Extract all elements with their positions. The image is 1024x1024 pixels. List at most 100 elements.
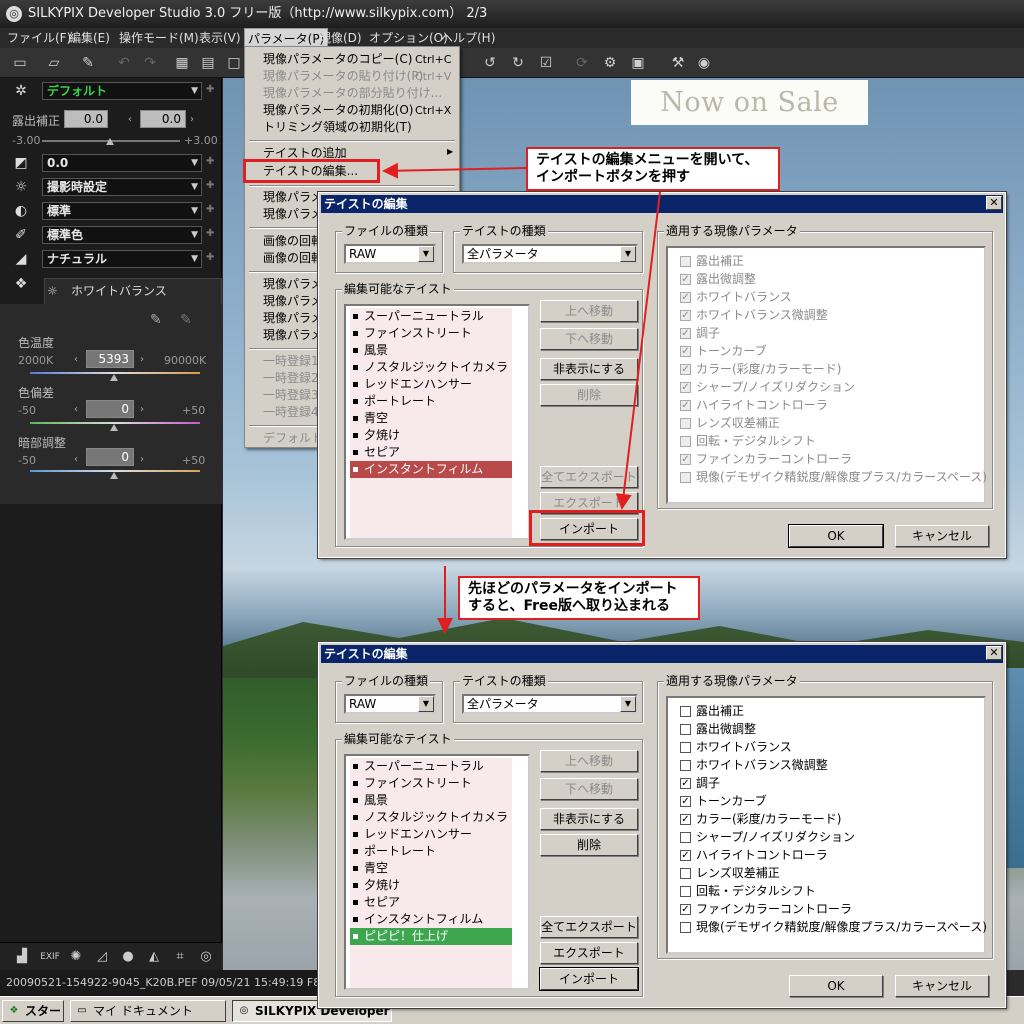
menu-item-rotate-a[interactable]: 画像の回転 [263,233,323,250]
menu-item-params-f[interactable]: 現像パラメ [263,327,323,344]
param-checkbox[interactable]: ✓ ファインカラーコントローラ [680,450,852,468]
batch-icon[interactable]: ▣ [628,54,648,72]
param-checkbox[interactable]: ホワイトバランス [680,738,792,756]
arrow-left-icon[interactable]: ‹ [74,454,78,465]
menu-item-temp-4[interactable]: 一時登録4 [263,404,319,421]
list-item-selected[interactable]: インスタントフィルム [350,461,512,478]
menu-edit[interactable]: 編集(E) [66,28,113,48]
arrow-right-icon[interactable]: › [190,114,194,125]
param-checkbox[interactable]: 露出補正 [680,702,744,720]
menu-item-paste-params[interactable]: 現像パラメータの貼り付け(P) [263,68,423,85]
param-checkbox[interactable]: ホワイトバランス微調整 [680,756,828,774]
eraser-icon[interactable]: ✎ [78,54,98,72]
param-checkbox[interactable]: ✓ ハイライトコントローラ [680,846,828,864]
rotate-left-icon[interactable]: ↺ [480,54,500,72]
sync-icon[interactable]: ⟳ [572,54,592,72]
arrow-right-icon[interactable]: › [140,354,144,365]
list-item[interactable]: スーパーニュートラル [350,308,512,325]
eyedropper-icon[interactable]: ✎ [150,312,162,328]
ok-button[interactable]: OK [789,975,883,997]
tone-select[interactable]: 標準 ▼ [42,202,202,220]
color-temp-value[interactable]: 5393 [86,350,134,368]
tint-value[interactable]: 0 [86,400,134,418]
exposure-slider-knob[interactable] [106,138,114,145]
menu-develop[interactable]: 現像(D) [316,28,365,48]
param-checkbox[interactable]: レンズ収差補正 [680,414,780,432]
cancel-button[interactable]: キャンセル [895,525,989,547]
list-item[interactable]: 青空 [350,860,512,877]
file-type-select[interactable]: RAW ▼ [344,694,436,714]
curve-icon[interactable]: ◿ [92,948,112,966]
param-checkbox[interactable]: 回転・デジタルシフト [680,432,816,450]
menu-item-temp-1[interactable]: 一時登録1 [263,353,319,370]
export-button[interactable]: エクスポート [540,942,638,964]
list-item[interactable]: セピア [350,894,512,911]
menu-operation-mode[interactable]: 操作モード(M) [116,28,202,48]
hammer-icon[interactable]: ⚒ [668,54,688,72]
param-checkbox[interactable]: レンズ収差補正 [680,864,780,882]
menu-item-rotate-b[interactable]: 画像の回転 [263,250,323,267]
list-item[interactable]: ノスタルジックトイカメラ [350,359,512,376]
param-checkbox[interactable]: ✓ トーンカーブ [680,792,767,810]
list-item-selected[interactable]: ピピピ！仕上げ [350,928,512,945]
lens-icon[interactable]: ◎ [196,948,216,966]
close-icon[interactable]: ✕ [986,646,1002,660]
redo-icon[interactable]: ↷ [140,54,160,72]
start-button[interactable]: ❖ スタート [2,1000,64,1022]
list-item[interactable]: セピア [350,444,512,461]
move-down-button[interactable]: 下へ移動 [540,778,638,800]
paint-icon[interactable]: ◭ [144,948,164,966]
menu-item-reset-trim[interactable]: トリミング領域の初期化(T) [263,119,412,136]
open-file-icon[interactable]: ▱ [44,54,64,72]
grid-view-icon[interactable]: ▦ [172,54,192,72]
color-select[interactable]: 標準色 ▼ [42,226,202,244]
export-all-button[interactable]: 全てエクスポート [540,916,638,938]
list-item[interactable]: 風景 [350,342,512,359]
param-checkbox[interactable]: ✓ 調子 [680,774,720,792]
list-item[interactable]: 夕焼け [350,877,512,894]
open-folder-icon[interactable]: ▭ [10,54,30,72]
single-view-icon[interactable]: □ [224,54,244,72]
list-item[interactable]: ファインストリート [350,775,512,792]
exposure-value[interactable]: 0.0 [64,110,108,128]
exif-icon[interactable]: EXIF [40,948,60,966]
param-checkbox[interactable]: ✓ トーンカーブ [680,342,767,360]
plus-icon[interactable]: ✚ [206,228,214,239]
menu-item-params-b[interactable]: 現像パラメ [263,206,323,223]
rotate-right-icon[interactable]: ↻ [508,54,528,72]
plus-icon[interactable]: ✚ [206,204,214,215]
export-all-button[interactable]: 全てエクスポート [540,466,638,488]
menu-item-partial-paste[interactable]: 現像パラメータの部分貼り付け... [263,85,442,102]
plus-icon[interactable]: ✚ [206,252,214,263]
list-item[interactable]: ノスタルジックトイカメラ [350,809,512,826]
taste-type-select[interactable]: 全パラメータ ▼ [462,244,638,264]
list-item[interactable]: レッドエンハンサー [350,826,512,843]
white-balance-select[interactable]: 撮影時設定 ▼ [42,178,202,196]
list-item[interactable]: スーパーニュートラル [350,758,512,775]
param-checkbox[interactable]: 回転・デジタルシフト [680,882,816,900]
sharpness-select[interactable]: ナチュラル ▼ [42,250,202,268]
settings-icon[interactable]: ⚙ [600,54,620,72]
menu-item-params-d[interactable]: 現像パラメ [263,293,323,310]
arrow-left-icon[interactable]: ‹ [74,404,78,415]
param-checkbox[interactable]: ✓ カラー(彩度/カラーモード) [680,360,841,378]
arrow-right-icon[interactable]: › [140,454,144,465]
param-checkbox[interactable]: ✓ ハイライトコントローラ [680,396,828,414]
list-item[interactable]: 風景 [350,792,512,809]
taste-type-select[interactable]: 全パラメータ ▼ [462,694,638,714]
task-my-documents[interactable]: ▭ マイ ドキュメント [70,1000,226,1022]
arrow-right-icon[interactable]: › [140,404,144,415]
plus-icon[interactable]: ✚ [206,156,214,167]
menu-item-params-a[interactable]: 現像パラメ [263,189,323,206]
delete-button[interactable]: 削除 [540,384,638,406]
param-checkbox[interactable]: ✓ シャープ/ノイズリダクション [680,378,855,396]
menu-item-copy-params[interactable]: 現像パラメータのコピー(C) [263,51,412,68]
param-checkbox[interactable]: ✓ 露出微調整 [680,270,756,288]
move-up-button[interactable]: 上へ移動 [540,300,638,322]
menu-item-temp-3[interactable]: 一時登録3 [263,387,319,404]
crop-icon[interactable]: ⌗ [170,948,190,966]
taste-list[interactable]: スーパーニュートラル ファインストリート 風景 ノスタルジックトイカメラ レッド… [344,304,530,540]
close-icon[interactable]: ✕ [986,196,1002,210]
sphere-icon[interactable]: ● [118,948,138,966]
menu-file[interactable]: ファイル(F) [4,28,74,48]
